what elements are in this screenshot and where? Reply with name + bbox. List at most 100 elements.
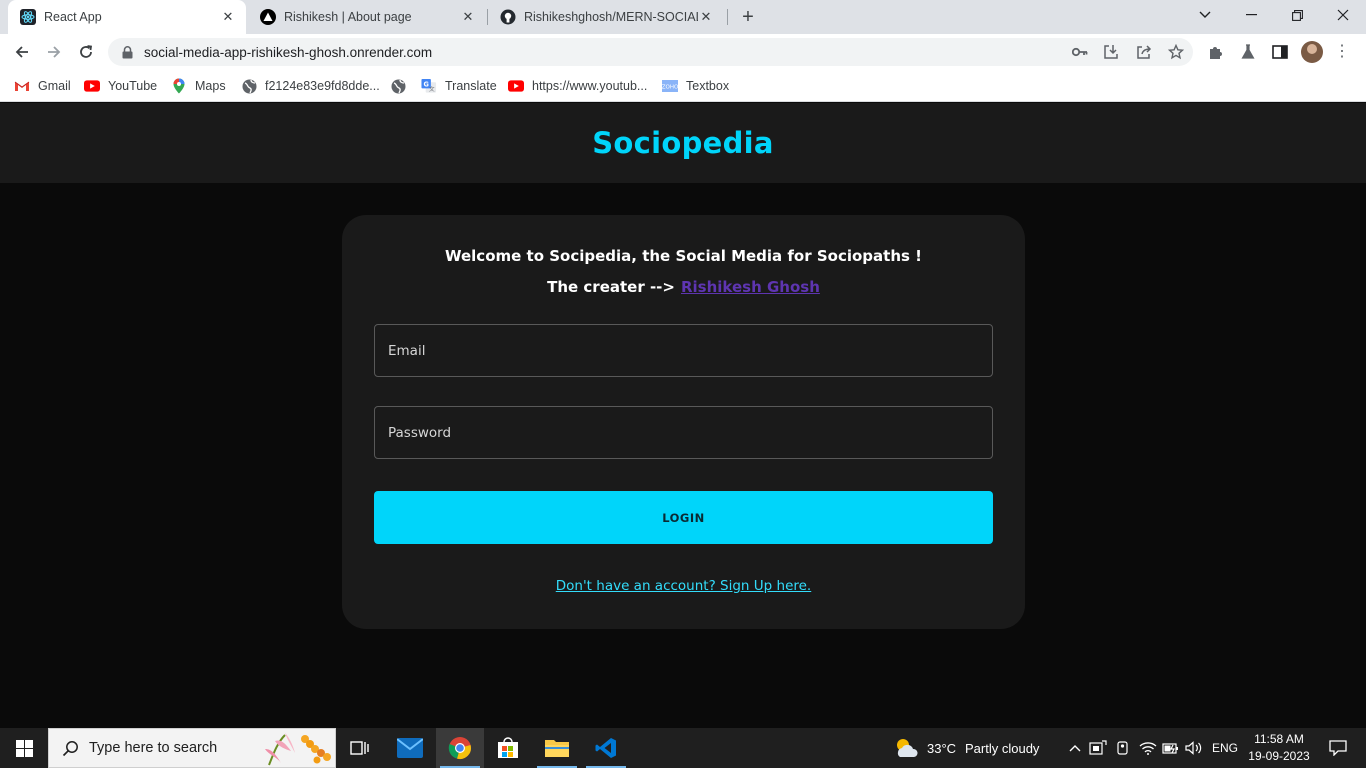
profile-avatar[interactable] xyxy=(1301,41,1323,63)
globe-icon xyxy=(241,78,257,94)
clock-date: 19-09-2023 xyxy=(1248,749,1310,763)
show-hidden-icons-chevron-icon[interactable] xyxy=(1066,739,1084,757)
translate-icon: G文 xyxy=(421,78,437,94)
browser-tab-strip: React App ✕ Rishikesh | About page ✕ Ris… xyxy=(0,0,1366,34)
gmail-icon xyxy=(14,78,30,94)
taskbar-store[interactable] xyxy=(484,728,532,768)
github-icon xyxy=(500,9,516,25)
youtube-icon xyxy=(84,78,100,94)
extensions-icon[interactable] xyxy=(1207,43,1225,61)
lock-icon[interactable] xyxy=(120,45,134,59)
restore-button[interactable] xyxy=(1274,0,1320,30)
bookmark-label: YouTube xyxy=(108,79,158,93)
login-card: Welcome to Socipedia, the Social Media f… xyxy=(342,215,1025,629)
password-field[interactable] xyxy=(374,406,993,459)
bookmark-label: Translate xyxy=(445,79,497,93)
welcome-text: Welcome to Socipedia, the Social Media f… xyxy=(444,247,922,265)
search-input[interactable] xyxy=(89,740,249,756)
menu-kebab-icon[interactable]: ⋮ xyxy=(1334,42,1350,62)
folder-icon xyxy=(545,740,569,757)
reload-button[interactable] xyxy=(72,38,100,66)
close-tab-icon[interactable]: ✕ xyxy=(460,9,476,25)
tab-about-page[interactable]: Rishikesh | About page ✕ xyxy=(248,0,486,34)
svg-text:ZOHO: ZOHO xyxy=(662,85,678,91)
tab-search-chevron-icon[interactable] xyxy=(1182,0,1228,30)
meet-now-icon[interactable] xyxy=(1089,739,1107,757)
weather-partly-cloudy-icon[interactable] xyxy=(894,736,920,760)
brand-logo[interactable]: Sociopedia xyxy=(592,126,774,160)
taskbar-search[interactable] xyxy=(48,728,336,768)
bookmark-maps[interactable]: Maps xyxy=(171,76,226,96)
battery-charging-icon[interactable] xyxy=(1162,739,1180,757)
react-icon xyxy=(20,9,36,25)
taskbar-file-explorer[interactable] xyxy=(533,728,581,768)
tab-title: Rishikesh | About page xyxy=(284,10,412,24)
search-highlight-flowers-icon xyxy=(265,733,331,766)
wifi-icon[interactable] xyxy=(1139,739,1157,757)
maps-icon xyxy=(171,78,187,94)
email-field[interactable] xyxy=(374,324,993,377)
windows-taskbar: 33°C Partly cloudy ENG 11:58 AM 19-09-20… xyxy=(0,728,1366,768)
globe-icon xyxy=(390,78,406,94)
install-app-icon[interactable] xyxy=(1102,43,1120,61)
bookmark-translate[interactable]: G文 Translate xyxy=(421,76,497,96)
chrome-icon xyxy=(448,737,471,759)
login-button[interactable]: LOGIN xyxy=(374,491,993,544)
close-tab-icon[interactable]: ✕ xyxy=(220,9,236,25)
bookmarks-bar: Gmail YouTube Maps f2124e83e9fd8dde... G… xyxy=(0,70,1366,102)
creator-link[interactable]: Rishikesh Ghosh xyxy=(681,278,820,296)
labs-flask-icon[interactable] xyxy=(1239,43,1257,61)
notification-icon xyxy=(1329,740,1347,756)
task-view-icon xyxy=(350,741,369,755)
share-icon[interactable] xyxy=(1135,43,1153,61)
signup-line: Don't have an account? Sign Up here. xyxy=(342,578,1025,594)
minimize-button[interactable] xyxy=(1228,0,1274,30)
bookmark-label: Maps xyxy=(195,79,226,93)
store-icon xyxy=(498,737,518,758)
start-button[interactable] xyxy=(0,728,48,768)
weather-temp[interactable]: 33°C xyxy=(927,728,956,768)
forward-button[interactable] xyxy=(40,38,68,66)
side-panel-icon[interactable] xyxy=(1271,43,1289,61)
notification-center-button[interactable] xyxy=(1318,728,1358,768)
mail-icon xyxy=(397,738,423,758)
url-text: social-media-app-rishikesh-ghosh.onrende… xyxy=(144,44,433,60)
new-tab-button[interactable]: + xyxy=(736,5,760,29)
language-indicator[interactable]: ENG xyxy=(1212,728,1238,768)
bookmark-label: Textbox xyxy=(686,79,730,93)
bookmark-globe[interactable] xyxy=(390,76,414,96)
bookmark-textbox[interactable]: ZOHO Textbox xyxy=(662,76,729,96)
bookmark-star-icon[interactable] xyxy=(1167,43,1185,61)
taskbar-vscode[interactable] xyxy=(582,728,630,768)
tab-github-repo[interactable]: Rishikeshghosh/MERN-SOCIAL- ✕ xyxy=(488,0,724,34)
bookmark-youtube-link[interactable]: https://www.youtub... xyxy=(508,76,647,96)
zoho-icon: ZOHO xyxy=(662,78,678,94)
key-icon[interactable] xyxy=(1071,43,1089,61)
taskbar-mail[interactable] xyxy=(386,728,434,768)
bookmark-youtube[interactable]: YouTube xyxy=(84,76,157,96)
triangle-icon xyxy=(260,9,276,25)
close-tab-icon[interactable]: ✕ xyxy=(698,9,714,25)
svg-text:文: 文 xyxy=(429,85,435,93)
creator-prefix: The creater --> xyxy=(547,278,675,296)
bookmark-label: https://www.youtub... xyxy=(532,79,648,93)
task-view-button[interactable] xyxy=(336,728,384,768)
tab-separator xyxy=(727,9,728,25)
bookmark-hash[interactable]: f2124e83e9fd8dde... xyxy=(241,76,380,96)
close-window-button[interactable] xyxy=(1320,0,1366,30)
address-bar[interactable]: social-media-app-rishikesh-ghosh.onrende… xyxy=(108,38,1193,66)
back-button[interactable] xyxy=(8,38,36,66)
taskbar-chrome[interactable] xyxy=(436,728,484,768)
weather-description[interactable]: Partly cloudy xyxy=(965,728,1039,768)
camera-icon[interactable] xyxy=(1114,739,1132,757)
creator-line: The creater --> Rishikesh Ghosh xyxy=(342,278,1025,296)
tab-title: Rishikeshghosh/MERN-SOCIAL- xyxy=(524,10,698,24)
taskbar-clock[interactable]: 11:58 AM 19-09-2023 xyxy=(1244,731,1314,765)
tab-react-app[interactable]: React App ✕ xyxy=(8,0,246,34)
volume-icon[interactable] xyxy=(1185,739,1203,757)
signup-link[interactable]: Don't have an account? Sign Up here. xyxy=(556,578,811,594)
bookmark-gmail[interactable]: Gmail xyxy=(14,76,71,96)
svg-text:G: G xyxy=(423,80,428,88)
app-header: Sociopedia xyxy=(0,103,1366,183)
search-icon xyxy=(61,739,79,757)
